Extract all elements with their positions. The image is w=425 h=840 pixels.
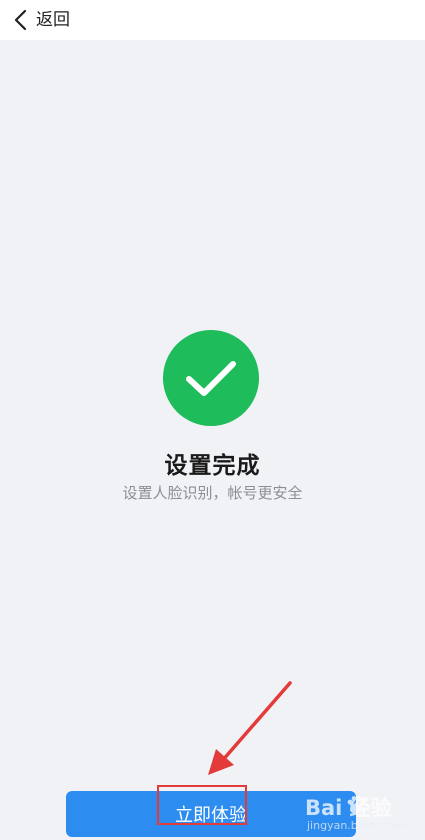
top-navigation-bar: 返回 — [0, 0, 425, 40]
completion-subtitle: 设置人脸识别，帐号更安全 — [122, 484, 303, 502]
back-button[interactable]: 返回 — [12, 7, 70, 33]
annotation-arrow-icon — [208, 681, 292, 775]
back-label: 返回 — [36, 10, 70, 30]
try-now-button[interactable]: 立即体验 — [66, 791, 356, 837]
success-checkmark-icon — [163, 330, 259, 426]
completion-title: 设置完成 — [164, 453, 261, 479]
chevron-left-icon — [12, 9, 32, 31]
